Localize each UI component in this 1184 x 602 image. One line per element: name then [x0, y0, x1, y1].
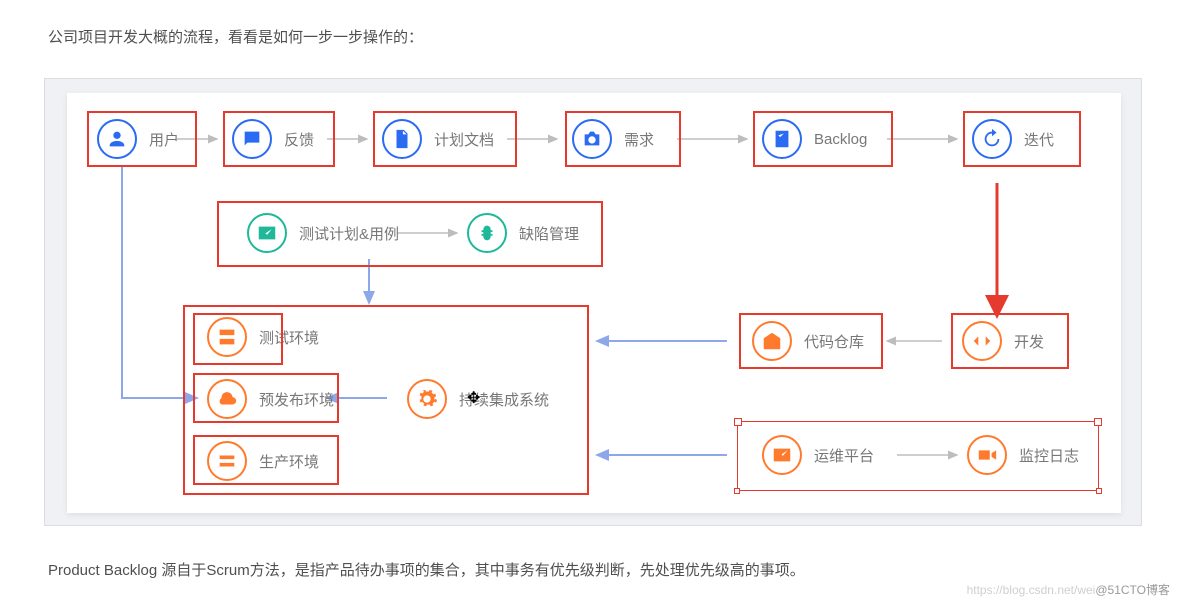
chat-icon: [232, 119, 272, 159]
watermark-source: @51CTO博客: [1095, 583, 1170, 597]
node-label: 测试计划&用例: [299, 223, 399, 244]
node-plan-doc: 计划文档: [382, 119, 494, 159]
node-test-env: 测试环境: [207, 317, 319, 357]
camera-icon: [572, 119, 612, 159]
node-prod-env: 生产环境: [207, 441, 319, 481]
watermark: https://blog.csdn.net/wei@51CTO博客: [967, 581, 1170, 598]
intro-paragraph: 公司项目开发大概的流程，看看是如何一步一步操作的：: [48, 26, 423, 50]
checklist-icon: [762, 119, 802, 159]
cursor-icon: ✥: [467, 388, 480, 408]
user-icon: [97, 119, 137, 159]
camera-solid-icon: [967, 435, 1007, 475]
node-backlog: Backlog: [762, 119, 867, 159]
node-label: 预发布环境: [259, 389, 334, 410]
node-label: 生产环境: [259, 451, 319, 472]
refresh-icon: [972, 119, 1012, 159]
node-requirement: 需求: [572, 119, 654, 159]
node-feedback: 反馈: [232, 119, 314, 159]
node-label: 监控日志: [1019, 445, 1079, 466]
node-user: 用户: [97, 119, 179, 159]
repo-icon: [752, 321, 792, 361]
watermark-url: https://blog.csdn.net/wei: [967, 583, 1096, 597]
code-icon: [962, 321, 1002, 361]
node-dev: 开发: [962, 321, 1044, 361]
node-label: 计划文档: [434, 129, 494, 150]
diagram-frame: 用户 反馈 计划文档 需求 Backlog 迭代 测试计划&用例 缺陷管理 代码…: [44, 78, 1142, 526]
node-preprod-env: 预发布环境: [207, 379, 334, 419]
node-ops: 运维平台: [762, 435, 874, 475]
node-label: Backlog: [814, 131, 867, 148]
node-iteration: 迭代: [972, 119, 1054, 159]
node-label: 测试环境: [259, 327, 319, 348]
stack-icon: [207, 441, 247, 481]
node-label: 代码仓库: [804, 331, 864, 352]
node-repo: 代码仓库: [752, 321, 864, 361]
node-label: 缺陷管理: [519, 223, 579, 244]
node-label: 需求: [624, 129, 654, 150]
bug-icon: [467, 213, 507, 253]
dashboard-icon: [762, 435, 802, 475]
node-defect: 缺陷管理: [467, 213, 579, 253]
node-label: 运维平台: [814, 445, 874, 466]
chart-icon: [247, 213, 287, 253]
server-icon: [207, 317, 247, 357]
node-label: 开发: [1014, 331, 1044, 352]
node-label: 反馈: [284, 129, 314, 150]
gear-icon: [407, 379, 447, 419]
node-monitor: 监控日志: [967, 435, 1079, 475]
node-label: 用户: [149, 129, 179, 150]
diagram-canvas: 用户 反馈 计划文档 需求 Backlog 迭代 测试计划&用例 缺陷管理 代码…: [67, 93, 1121, 513]
cloud-icon: [207, 379, 247, 419]
document-icon: [382, 119, 422, 159]
node-label: 迭代: [1024, 129, 1054, 150]
node-test-plan: 测试计划&用例: [247, 213, 399, 253]
outro-paragraph: Product Backlog 源自于Scrum方法，是指产品待办事项的集合，其…: [48, 559, 805, 583]
